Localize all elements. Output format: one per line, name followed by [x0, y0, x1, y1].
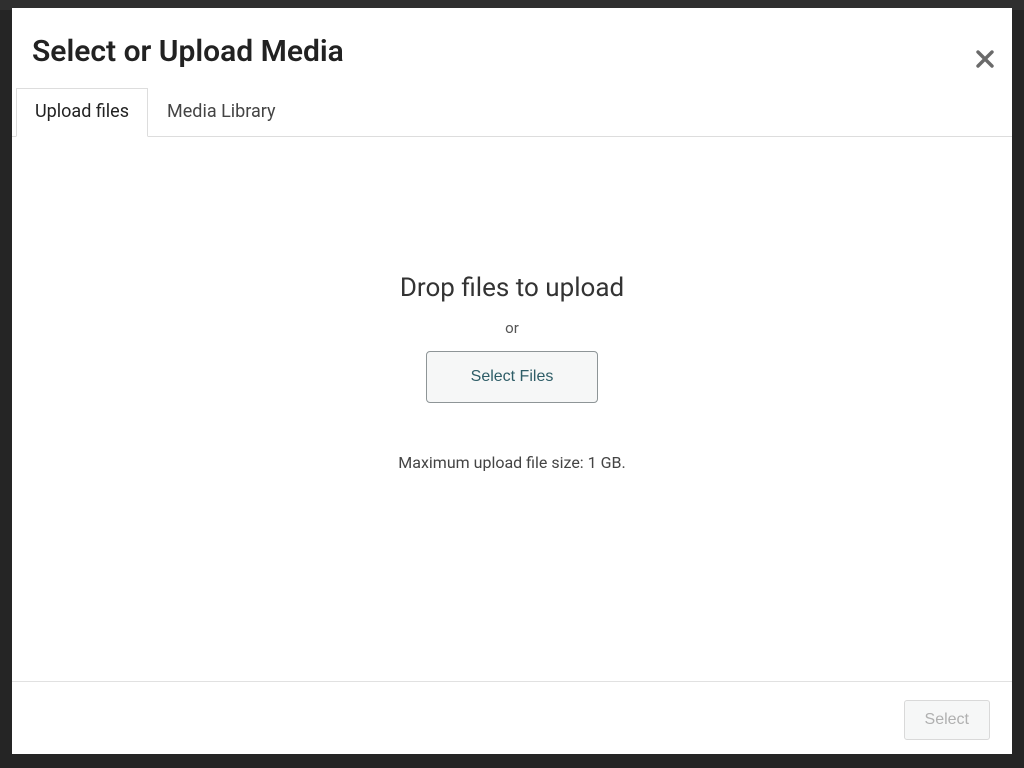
- upload-dropzone[interactable]: Drop files to upload or Select Files Max…: [12, 137, 1012, 681]
- close-icon[interactable]: [972, 46, 998, 77]
- select-files-button[interactable]: Select Files: [426, 351, 599, 403]
- max-upload-size: Maximum upload file size: 1 GB.: [398, 453, 625, 472]
- modal-title: Select or Upload Media: [32, 34, 992, 70]
- select-button[interactable]: Select: [904, 700, 990, 740]
- tab-media-library[interactable]: Media Library: [148, 88, 295, 137]
- modal-header: Select or Upload Media: [12, 8, 1012, 88]
- drop-heading: Drop files to upload: [400, 273, 624, 303]
- or-text: or: [505, 319, 519, 337]
- media-upload-modal: Select or Upload Media Upload files Medi…: [12, 8, 1012, 754]
- tab-upload-files[interactable]: Upload files: [16, 88, 148, 137]
- modal-footer: Select: [12, 681, 1012, 754]
- tabs-bar: Upload files Media Library: [12, 88, 1012, 137]
